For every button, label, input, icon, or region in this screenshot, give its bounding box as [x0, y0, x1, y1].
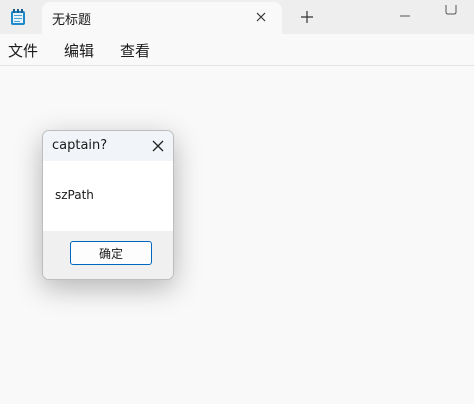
close-icon[interactable]	[149, 137, 167, 155]
menu-edit[interactable]: 编辑	[64, 40, 94, 61]
notepad-icon	[10, 8, 26, 26]
menu-view[interactable]: 查看	[120, 40, 150, 61]
title-bar: 无标题	[0, 0, 474, 34]
dialog-title: captain?	[52, 138, 108, 153]
tab-untitled[interactable]: 无标题	[42, 2, 282, 34]
dialog-title-bar: captain?	[43, 131, 173, 161]
menu-file[interactable]: 文件	[8, 40, 38, 61]
plus-icon[interactable]	[298, 8, 316, 26]
message-box-dialog: captain? szPath 确定	[42, 130, 174, 280]
notepad-window: 无标题 文件 编辑 查看 captain? szPath 确定	[0, 0, 474, 404]
minimize-icon[interactable]	[398, 3, 412, 17]
dialog-message: szPath	[55, 188, 94, 202]
dialog-footer: 确定	[43, 231, 173, 279]
menu-bar: 文件 编辑 查看	[0, 34, 474, 66]
ok-button[interactable]: 确定	[70, 241, 152, 265]
maximize-icon[interactable]	[444, 0, 458, 15]
tab-title: 无标题	[52, 13, 92, 28]
close-icon[interactable]	[252, 8, 270, 26]
